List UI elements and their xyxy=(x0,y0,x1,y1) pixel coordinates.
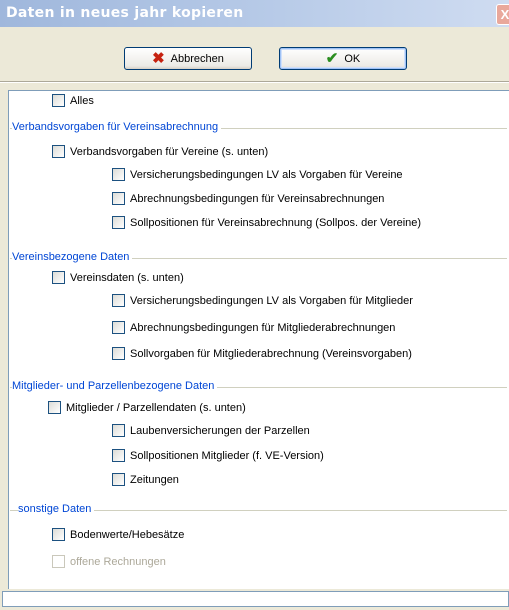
checkbox-label: offene Rechnungen xyxy=(70,555,166,568)
checkbox-box[interactable] xyxy=(52,145,65,158)
close-button[interactable]: X xyxy=(496,4,509,25)
cancel-button[interactable]: ✖ Abbrechen xyxy=(124,47,252,70)
group-title-verbandsvorgaben: Verbandsvorgaben für Vereinsabrechnung xyxy=(12,121,222,133)
checkbox-label: Sollpositionen Mitglieder (f. VE-Version… xyxy=(130,449,324,462)
checkbox-bodenwerte-hebesaetze[interactable]: Bodenwerte/Hebesätze xyxy=(52,528,184,541)
checkbox-label: Versicherungsbedingungen LV als Vorgaben… xyxy=(130,168,403,181)
checkbox-label: Versicherungsbedingungen LV als Vorgaben… xyxy=(130,294,413,307)
checkbox-box[interactable] xyxy=(52,528,65,541)
checkbox-laubenversicherungen[interactable]: Laubenversicherungen der Parzellen xyxy=(112,424,310,437)
window-title: Daten in neues jahr kopieren xyxy=(6,5,244,21)
checkbox-box[interactable] xyxy=(112,192,125,205)
checkbox-versicherungsbedingungen-vereine[interactable]: Versicherungsbedingungen LV als Vorgaben… xyxy=(112,168,403,181)
checkbox-box[interactable] xyxy=(112,321,125,334)
group-title-sonstige-daten: sonstige Daten xyxy=(18,503,95,515)
checkbox-offene-rechnungen: offene Rechnungen xyxy=(52,555,166,568)
checkbox-abrechnungsbedingungen-vereine[interactable]: Abrechnungsbedingungen für Vereinsabrech… xyxy=(112,192,384,205)
checkbox-box xyxy=(52,555,65,568)
checkbox-mitglieder-parzellendaten[interactable]: Mitglieder / Parzellendaten (s. unten) xyxy=(48,401,246,414)
checkbox-box[interactable] xyxy=(52,94,65,107)
checkbox-sollvorgaben-mitgliederabrechnung[interactable]: Sollvorgaben für Mitgliederabrechnung (V… xyxy=(112,347,412,360)
red-x-icon: ✖ xyxy=(152,50,165,67)
checkbox-label: Zeitungen xyxy=(130,473,179,486)
checkbox-label: Verbandsvorgaben für Vereine (s. unten) xyxy=(70,145,269,158)
group-title-vereinsbezogene-daten: Vereinsbezogene Daten xyxy=(12,251,133,263)
checkbox-abrechnungsbedingungen-mitglieder[interactable]: Abrechnungsbedingungen für Mitgliederabr… xyxy=(112,321,395,334)
cancel-button-label: Abbrechen xyxy=(170,52,224,65)
checkbox-box[interactable] xyxy=(112,168,125,181)
checkbox-verbandsvorgaben-vereine[interactable]: Verbandsvorgaben für Vereine (s. unten) xyxy=(52,145,268,158)
checkbox-box[interactable] xyxy=(112,216,125,229)
toolbar-divider xyxy=(0,81,509,83)
ok-button-label: OK xyxy=(344,52,361,65)
checkbox-vereinsdaten[interactable]: Vereinsdaten (s. unten) xyxy=(52,271,184,284)
checkbox-label: Sollpositionen für Vereinsabrechnung (So… xyxy=(130,216,422,229)
green-check-icon: ✔ xyxy=(325,50,339,67)
checkbox-label: Abrechnungsbedingungen für Mitgliederabr… xyxy=(130,321,396,334)
checkbox-versicherungsbedingungen-mitglieder[interactable]: Versicherungsbedingungen LV als Vorgaben… xyxy=(112,294,413,307)
checkbox-label: Abrechnungsbedingungen für Vereinsabrech… xyxy=(130,192,385,205)
ok-button[interactable]: ✔ OK xyxy=(279,47,407,70)
checkbox-label: Sollvorgaben für Mitgliederabrechnung (V… xyxy=(130,347,412,360)
checkbox-box[interactable] xyxy=(112,449,125,462)
checkbox-alles[interactable]: Alles xyxy=(52,94,94,107)
checkbox-label: Laubenversicherungen der Parzellen xyxy=(130,424,310,437)
checkbox-box[interactable] xyxy=(48,401,61,414)
checkbox-zeitungen[interactable]: Zeitungen xyxy=(112,473,179,486)
checkbox-sollpositionen-mitglieder[interactable]: Sollpositionen Mitglieder (f. VE-Version… xyxy=(112,449,324,462)
checkbox-label: Mitglieder / Parzellendaten (s. unten) xyxy=(66,401,246,414)
checkbox-label: Bodenwerte/Hebesätze xyxy=(70,528,185,541)
checkbox-box[interactable] xyxy=(52,271,65,284)
status-bar xyxy=(2,591,509,607)
checkbox-label: Vereinsdaten (s. unten) xyxy=(70,271,184,284)
title-bar: Daten in neues jahr kopieren X xyxy=(0,0,509,27)
group-title-mitglieder-parzellen: Mitglieder- und Parzellenbezogene Daten xyxy=(12,380,218,392)
checkbox-sollpositionen-vereinsabrechnung[interactable]: Sollpositionen für Vereinsabrechnung (So… xyxy=(112,216,421,229)
checkbox-box[interactable] xyxy=(112,424,125,437)
checkbox-label: Alles xyxy=(70,94,94,107)
checkbox-box[interactable] xyxy=(112,473,125,486)
checkbox-box[interactable] xyxy=(112,347,125,360)
checkbox-box[interactable] xyxy=(112,294,125,307)
